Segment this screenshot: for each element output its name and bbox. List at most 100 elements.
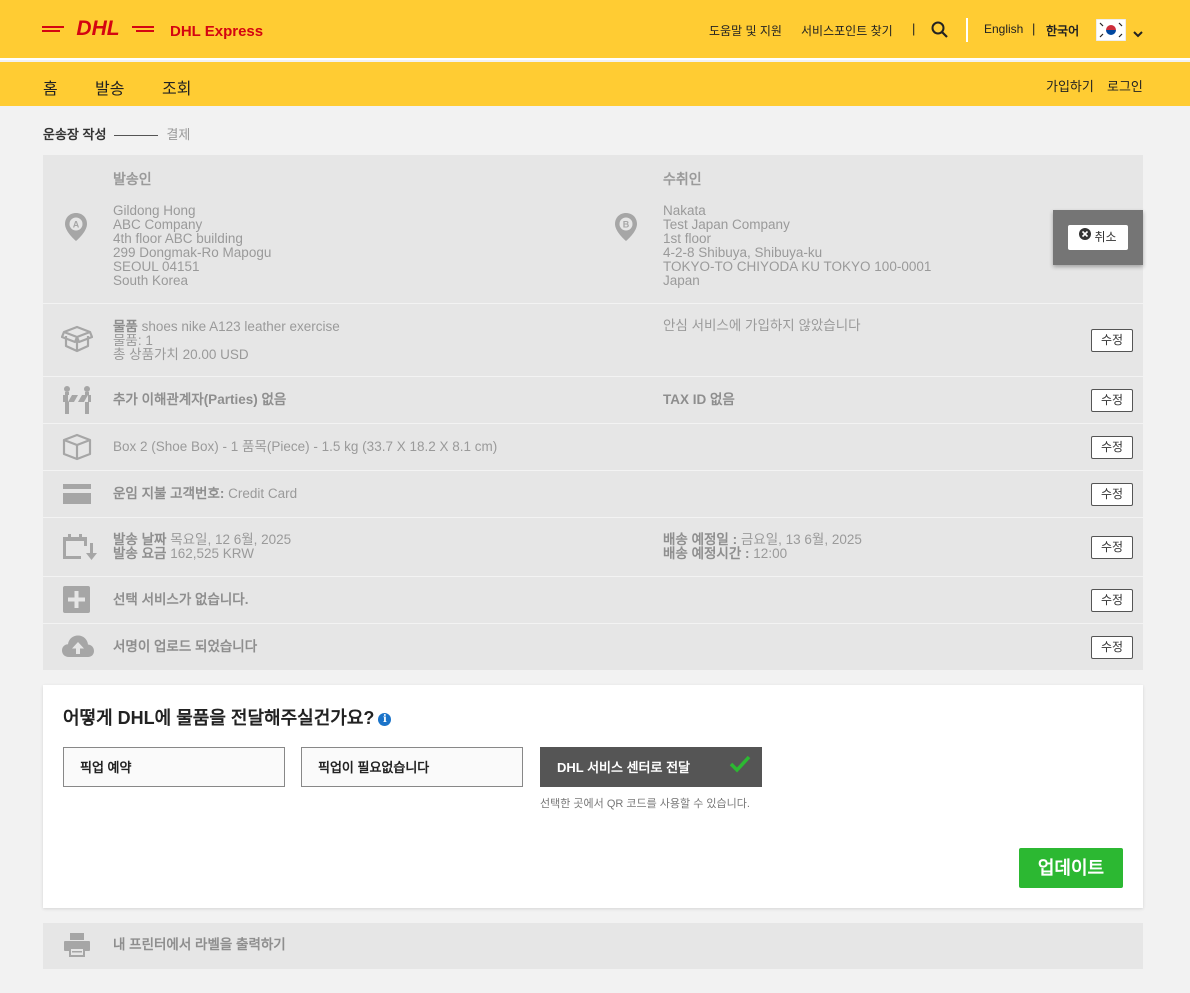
edit-signature-button[interactable]: 수정	[1091, 636, 1133, 659]
checkmark-icon	[729, 755, 751, 776]
package-icon	[62, 433, 92, 466]
brand-name: DHL Express	[170, 23, 264, 40]
sender-city: SEOUL 04151	[113, 259, 200, 274]
qr-hint: 선택한 곳에서 QR 코드를 사용할 수 있습니다.	[540, 798, 750, 810]
ship-date-value: 목요일, 12 6월, 2025	[170, 532, 292, 547]
cancel-label: 취소	[1094, 230, 1117, 244]
close-circle-icon	[1079, 224, 1092, 249]
step-connector	[114, 135, 159, 137]
delivery-question-text: 어떻게 DHL에 물품을 전달해주실건가요?	[63, 708, 375, 728]
payment-label: 운임 지불 고객번호:	[113, 486, 225, 501]
shipment-summary: 발송인 A Gildong Hong ABC Company 4th floor…	[43, 155, 1143, 670]
lang-korean[interactable]: 한국어	[1046, 22, 1079, 39]
option-service-center-label: DHL 서비스 센터로 전달	[557, 760, 690, 775]
parties-text: 추가 이해관계자(Parties) 없음	[113, 392, 287, 407]
location-pin-b-icon: B	[614, 212, 638, 247]
svg-text:A: A	[73, 220, 80, 230]
printer-icon	[63, 932, 91, 963]
payment-row: 운임 지불 고객번호: Credit Card 수정	[43, 470, 1143, 517]
delivery-question: 어떻게 DHL에 물품을 전달해주실건가요? i	[63, 704, 392, 730]
progress-steps: 운송장 작성 결제	[43, 124, 190, 143]
option-no-pickup[interactable]: 픽업이 필요없습니다	[301, 747, 523, 787]
print-label-text: 내 프린터에서 라벨을 출력하기	[113, 937, 286, 952]
update-button[interactable]: 업데이트	[1019, 848, 1123, 888]
receiver-addr1: 1st floor	[663, 231, 712, 246]
help-link[interactable]: 도움말 및 지원	[709, 22, 782, 39]
step-payment: 결제	[166, 127, 191, 142]
ship-cost-label: 발송 요금	[113, 546, 167, 561]
nav-home[interactable]: 홈	[43, 75, 58, 99]
payment-info: 운임 지불 고객번호: Credit Card	[113, 487, 297, 501]
cancel-button[interactable]: 취소	[1068, 225, 1128, 250]
tax-id-text: TAX ID 없음	[663, 392, 735, 407]
separator: |	[912, 21, 916, 36]
info-icon[interactable]: i	[378, 712, 392, 726]
receiver-address: Nakata Test Japan Company 1st floor 4-2-…	[663, 204, 931, 288]
goods-row: 물품 shoes nike A123 leather exercise 물품: …	[43, 303, 1143, 376]
est-time-value: 12:00	[753, 546, 788, 561]
services-row: 선택 서비스가 없습니다. 수정	[43, 576, 1143, 623]
services-text: 선택 서비스가 없습니다.	[113, 592, 249, 607]
delivery-method-panel: 어떻게 DHL에 물품을 전달해주실건가요? i 픽업 예약 픽업이 필요없습니다…	[43, 685, 1143, 908]
divider	[966, 18, 968, 42]
edit-parties-button[interactable]: 수정	[1091, 389, 1133, 412]
goods-info: 물품 shoes nike A123 leather exercise 물품: …	[113, 320, 340, 362]
sender-address: Gildong Hong ABC Company 4th floor ABC b…	[113, 204, 271, 288]
ship-info: 발송 날짜 목요일, 12 6월, 2025 발송 요금 162,525 KRW	[113, 533, 291, 561]
receiver-country: Japan	[663, 273, 700, 288]
package-text: Box 2 (Shoe Box) - 1 품목(Piece) - 1.5 kg …	[113, 439, 498, 454]
goods-desc: shoes nike A123 leather exercise	[141, 319, 340, 334]
location-pin-a-icon: A	[64, 212, 88, 247]
nav-track[interactable]: 조회	[162, 75, 191, 99]
edit-package-button[interactable]: 수정	[1091, 436, 1133, 459]
receiver-city: TOKYO-TO CHIYODA KU TOKYO 100-0001	[663, 259, 932, 274]
barrier-icon	[61, 385, 93, 420]
edit-goods-button[interactable]: 수정	[1091, 329, 1133, 352]
signature-text: 서명이 업로드 되었습니다	[113, 639, 258, 654]
login-link[interactable]: 로그인	[1107, 76, 1143, 95]
sender-name: Gildong Hong	[113, 203, 196, 218]
top-bar: DHL DHL Express 도움말 및 지원 서비스포인트 찾기 | Eng…	[0, 0, 1190, 60]
lang-english[interactable]: English	[984, 22, 1023, 36]
sender-company: ABC Company	[113, 217, 203, 232]
sender-country: South Korea	[113, 273, 189, 288]
find-location-link[interactable]: 서비스포인트 찾기	[801, 22, 893, 39]
delivery-estimate: 배송 예정일 : 금요일, 13 6월, 2025 배송 예정시간 : 12:0…	[663, 533, 862, 561]
svg-text:DHL: DHL	[76, 18, 119, 40]
sender-addr1: 4th floor ABC building	[113, 231, 243, 246]
goods-value: 총 상품가치 20.00 USD	[113, 347, 249, 362]
option-schedule-pickup[interactable]: 픽업 예약	[63, 747, 285, 787]
receiver-company: Test Japan Company	[663, 217, 790, 232]
svg-text:B: B	[623, 220, 630, 230]
korea-flag-icon[interactable]	[1095, 18, 1127, 46]
payment-value: Credit Card	[228, 486, 298, 501]
nav-ship[interactable]: 발송	[95, 75, 124, 99]
est-time-label: 배송 예정시간 :	[663, 546, 750, 561]
edit-payment-button[interactable]: 수정	[1091, 483, 1133, 506]
calendar-icon	[61, 533, 97, 566]
parties-row: 추가 이해관계자(Parties) 없음 TAX ID 없음 수정	[43, 376, 1143, 423]
signup-link[interactable]: 가입하기	[1046, 76, 1094, 95]
address-row: 발송인 A Gildong Hong ABC Company 4th floor…	[43, 155, 1143, 303]
edit-services-button[interactable]: 수정	[1091, 589, 1133, 612]
ship-cost-value: 162,525 KRW	[170, 546, 255, 561]
credit-card-icon	[62, 483, 92, 510]
package-row: Box 2 (Shoe Box) - 1 품목(Piece) - 1.5 kg …	[43, 423, 1143, 470]
step-waybill: 운송장 작성	[43, 127, 107, 142]
search-icon[interactable]	[931, 21, 948, 43]
insurance-info: 안심 서비스에 가입하지 않았습니다	[663, 318, 861, 333]
option-service-center[interactable]: DHL 서비스 센터로 전달	[540, 747, 762, 787]
ship-date-label: 발송 날짜	[113, 532, 167, 547]
nav-bar: 홈 발송 조회 가입하기 로그인	[0, 62, 1190, 106]
est-date-label: 배송 예정일 :	[663, 532, 738, 547]
goods-label: 물품	[113, 319, 138, 334]
dates-row: 발송 날짜 목요일, 12 6월, 2025 발송 요금 162,525 KRW…	[43, 517, 1143, 576]
dhl-logo[interactable]: DHL	[42, 17, 154, 45]
edit-dates-button[interactable]: 수정	[1091, 536, 1133, 559]
chevron-down-icon[interactable]	[1133, 26, 1143, 44]
print-label-row[interactable]: 내 프린터에서 라벨을 출력하기	[43, 923, 1143, 969]
box-open-icon	[60, 324, 94, 359]
cloud-upload-icon	[61, 634, 95, 663]
separator: |	[1032, 21, 1036, 36]
sender-addr2: 299 Dongmak-Ro Mapogu	[113, 245, 272, 260]
